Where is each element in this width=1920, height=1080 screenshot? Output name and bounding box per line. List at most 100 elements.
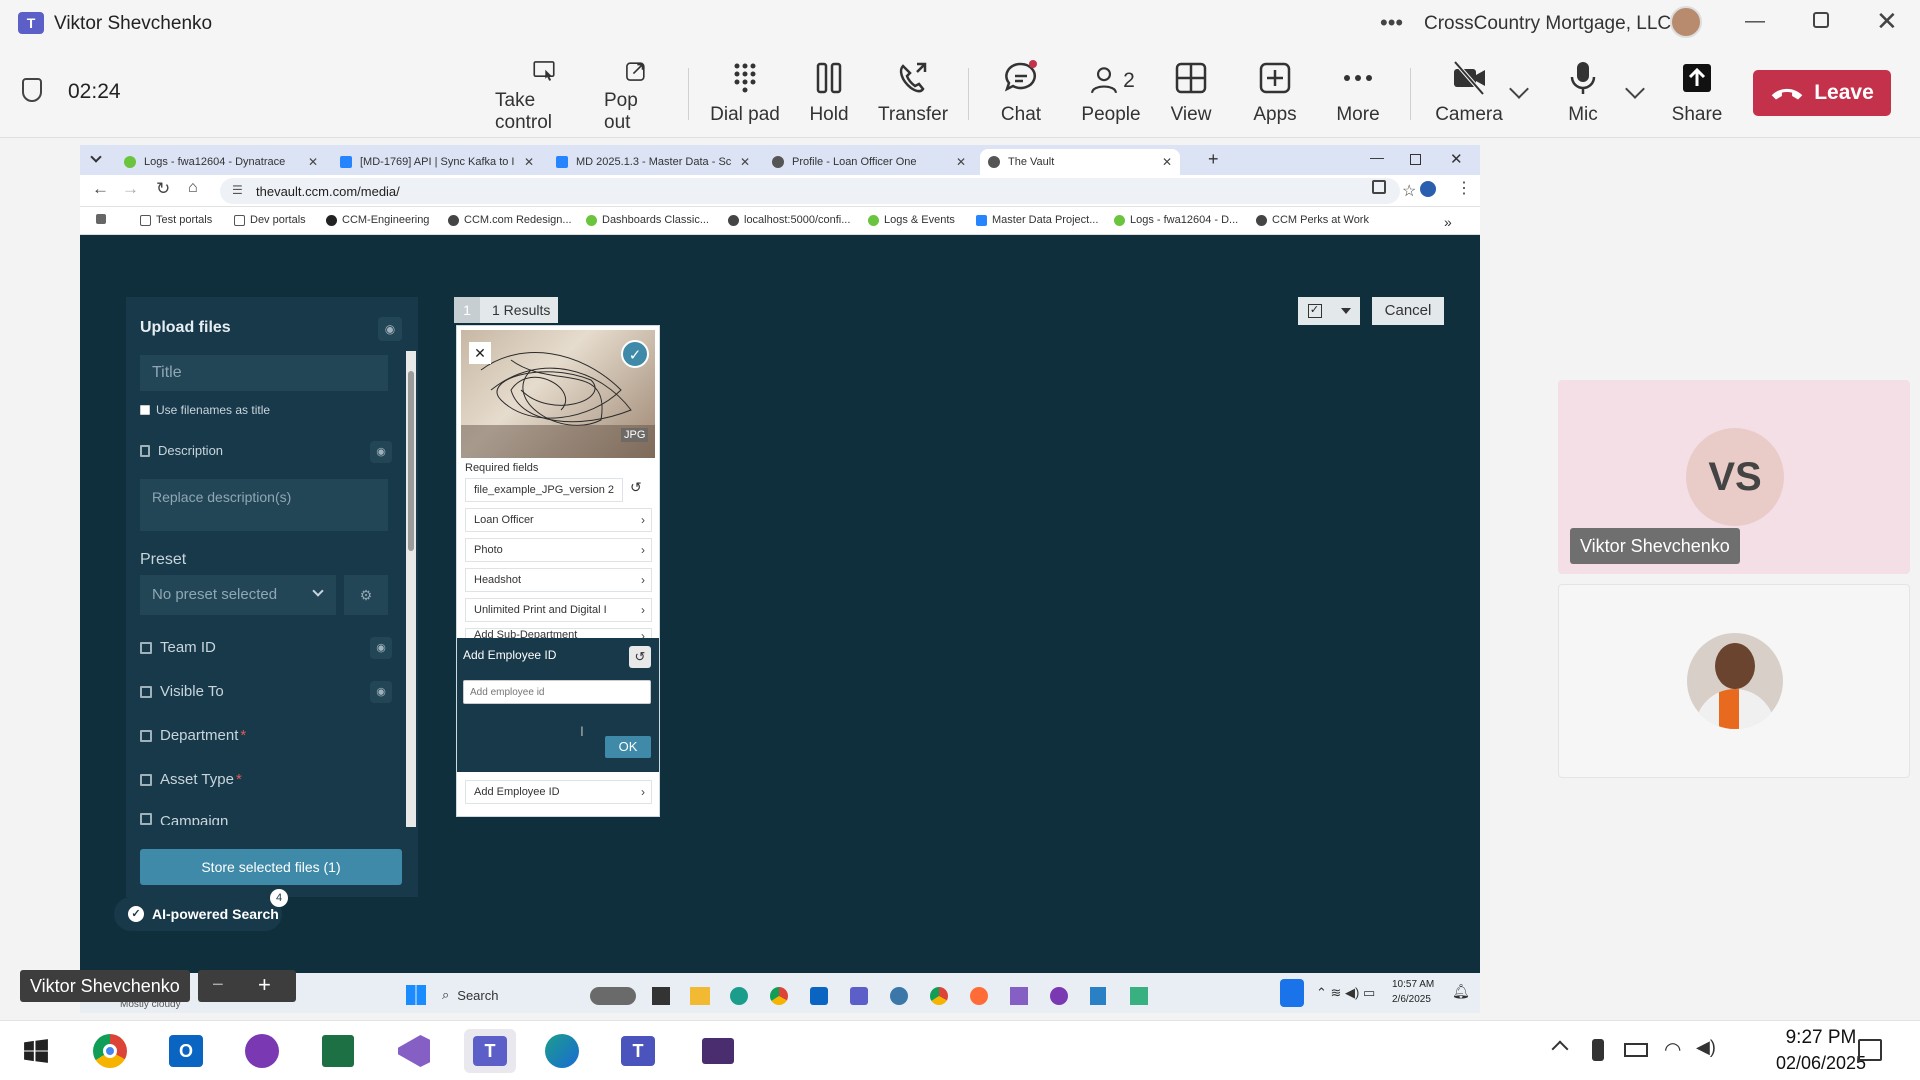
chrome-icon[interactable] — [88, 1029, 132, 1073]
bookmark-star-icon[interactable]: ☆ — [1402, 181, 1416, 201]
bookmark-item[interactable]: CCM-Engineering — [326, 214, 429, 226]
pop-out-button[interactable]: Pop out — [604, 58, 668, 134]
description-visibility-icon[interactable]: ◉ — [370, 441, 392, 463]
close-icon[interactable]: ✕ — [1450, 150, 1463, 168]
use-filenames-checkbox[interactable]: Use filenames as title — [140, 403, 270, 417]
reset-icon[interactable]: ↺ — [630, 479, 642, 496]
extensions-icon[interactable] — [1372, 180, 1386, 194]
preset-select[interactable]: No preset selected — [140, 575, 336, 615]
transfer-button[interactable]: Transfer — [878, 58, 948, 134]
wifi-icon[interactable]: ◠ — [1664, 1037, 1681, 1062]
profile-icon[interactable] — [1420, 181, 1436, 197]
zoom-in-icon[interactable]: + — [258, 972, 271, 998]
bookmark-item[interactable]: Test portals — [140, 214, 212, 226]
metadata-row[interactable]: Unlimited Print and Digital I › — [465, 598, 652, 622]
battery-icon[interactable] — [1624, 1043, 1648, 1057]
forward-icon[interactable]: → — [122, 179, 139, 199]
python-icon[interactable] — [890, 987, 908, 1005]
apps-button[interactable]: Apps — [1246, 58, 1304, 134]
tab-search-icon[interactable] — [90, 151, 102, 163]
bookmark-item[interactable]: Dev portals — [234, 214, 306, 226]
copilot-icon[interactable] — [590, 987, 636, 1005]
excel-icon[interactable] — [316, 1029, 360, 1073]
close-tab-icon[interactable]: ✕ — [308, 155, 318, 169]
visual-studio-icon[interactable] — [392, 1029, 436, 1073]
employee-id-input[interactable] — [463, 680, 651, 704]
field-visibility-icon[interactable]: ◉ — [370, 637, 392, 659]
mic-button[interactable]: Mic — [1558, 58, 1608, 134]
close-icon[interactable]: ✕ — [1876, 6, 1898, 37]
browser-tab[interactable]: Profile - Loan Officer One ✕ — [764, 149, 974, 175]
chrome-icon[interactable] — [930, 987, 948, 1005]
field-row-department[interactable]: Department * — [140, 727, 246, 744]
metadata-row[interactable]: Add Sub-Department › — [465, 628, 652, 638]
bookmark-item[interactable]: Master Data Project... — [976, 214, 1098, 226]
share-button[interactable]: Share — [1668, 58, 1726, 134]
zoom-out-icon[interactable]: − — [212, 974, 224, 997]
apps-grid-icon[interactable] — [96, 214, 111, 224]
notepad-icon[interactable] — [1090, 987, 1106, 1005]
mic-options-chevron-icon[interactable] — [1625, 79, 1645, 99]
close-tab-icon[interactable]: ✕ — [740, 155, 750, 169]
browser-tab[interactable]: [MD-1769] API | Sync Kafka to I ✕ — [332, 149, 542, 175]
remove-icon[interactable]: ✕ — [469, 342, 491, 364]
close-tab-icon[interactable]: ✕ — [956, 155, 966, 169]
preset-settings-icon[interactable]: ⚙ — [344, 575, 388, 615]
system-tray-icons[interactable]: ⌃ ≋ ◀) ▭ — [1316, 985, 1375, 1001]
bookmark-item[interactable]: CCM Perks at Work — [1256, 214, 1369, 226]
avatar[interactable] — [1670, 6, 1702, 38]
browser-menu-icon[interactable]: ⋮ — [1456, 178, 1472, 198]
restore-icon[interactable] — [1410, 154, 1421, 165]
field-row-campaign[interactable]: Campaign — [140, 813, 228, 825]
bookmark-item[interactable]: CCM.com Redesign... — [448, 214, 572, 226]
terminal-icon[interactable] — [692, 1029, 744, 1073]
windows-start-icon[interactable] — [406, 985, 426, 1005]
leave-button[interactable]: Leave — [1753, 70, 1891, 116]
more-bookmarks-icon[interactable]: » — [1444, 214, 1452, 230]
visual-studio-icon[interactable] — [1010, 987, 1028, 1005]
volume-icon[interactable]: ◀) — [1696, 1037, 1716, 1058]
take-control-button[interactable]: Take control — [495, 58, 593, 134]
notifications-icon[interactable]: 🔔︎ — [1452, 983, 1470, 1000]
description-textarea[interactable]: Replace description(s) — [140, 479, 388, 531]
new-tab-icon[interactable]: + — [1208, 149, 1219, 170]
teams-icon[interactable]: T — [616, 1029, 660, 1073]
cancel-button[interactable]: Cancel — [1372, 297, 1444, 325]
close-tab-icon[interactable]: ✕ — [1162, 155, 1172, 169]
taskbar-search[interactable]: ⌕ Search — [442, 983, 572, 1007]
media-thumbnail[interactable]: ✕ ✓ JPG — [461, 330, 655, 458]
folder-icon[interactable] — [690, 987, 710, 1005]
ai-search-button[interactable]: ✓ AI-powered Search 4 — [114, 889, 288, 931]
teams-active-icon[interactable]: T — [464, 1029, 516, 1073]
chat-button[interactable]: Chat — [992, 58, 1050, 134]
outlook-icon[interactable]: O — [164, 1029, 208, 1073]
postman-icon[interactable] — [970, 987, 988, 1005]
restore-icon[interactable] — [1813, 12, 1829, 28]
filename-field[interactable]: file_example_JPG_version 2 — [465, 478, 623, 502]
people-button[interactable]: 2 People — [1078, 58, 1144, 134]
outlook-icon[interactable] — [810, 987, 828, 1005]
field-row-asset-type[interactable]: Asset Type * — [140, 771, 242, 788]
field-row-visible-to[interactable]: Visible To — [140, 683, 224, 700]
minimize-icon[interactable]: — — [1370, 149, 1384, 165]
camera-options-chevron-icon[interactable] — [1509, 79, 1529, 99]
minimize-icon[interactable]: — — [1745, 10, 1765, 33]
field-visibility-icon[interactable]: ◉ — [370, 681, 392, 703]
edge-icon[interactable] — [730, 987, 748, 1005]
popup-reset-icon[interactable]: ↺ — [629, 646, 651, 668]
participant-tile-2[interactable] — [1558, 584, 1910, 778]
bookmark-item[interactable]: Logs & Events — [868, 214, 955, 226]
participant-tile-viktor[interactable]: VS Viktor Shevchenko — [1558, 380, 1910, 574]
bookmark-item[interactable]: Logs - fwa12604 - D... — [1114, 214, 1238, 226]
github-desktop-icon[interactable] — [240, 1029, 284, 1073]
home-icon[interactable]: ⌂ — [188, 179, 198, 197]
url-field[interactable]: ☰ thevault.ccm.com/media/ ☆ — [220, 178, 1416, 204]
browser-tab-active[interactable]: The Vault ✕ — [980, 149, 1180, 175]
select-all-button[interactable]: ✓ — [1298, 297, 1360, 325]
field-row-team-id[interactable]: Team ID — [140, 639, 216, 656]
selected-check-icon[interactable]: ✓ — [621, 340, 649, 368]
hold-button[interactable]: Hold — [800, 58, 858, 134]
close-tab-icon[interactable]: ✕ — [524, 155, 534, 169]
view-button[interactable]: View — [1162, 58, 1220, 134]
add-employee-id-row[interactable]: Add Employee ID › — [465, 780, 652, 804]
